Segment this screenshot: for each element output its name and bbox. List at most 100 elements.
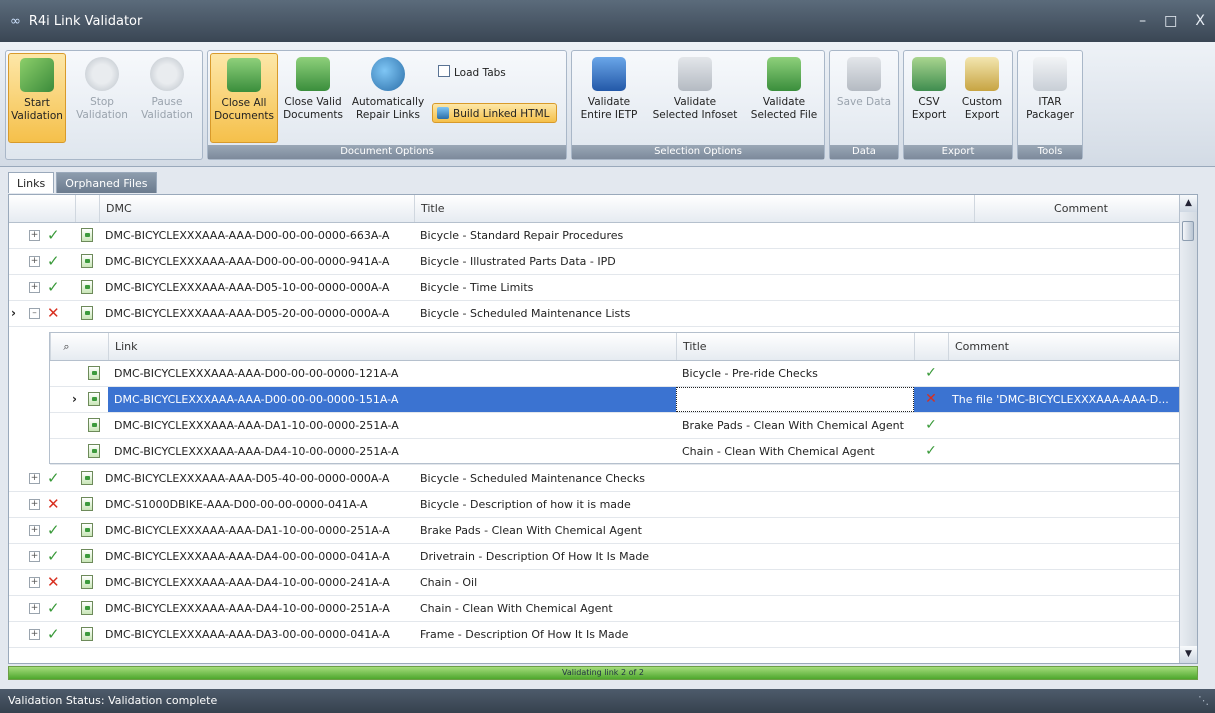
child-links-grid: ⌕ Link Title Comment DMC-BICYCLEXXXAAA-A… bbox=[49, 332, 1184, 465]
stop-validation-button[interactable]: Stop Validation bbox=[72, 53, 132, 143]
invalid-x-icon: ✕ bbox=[914, 387, 948, 412]
subheader-link[interactable]: Link bbox=[108, 333, 676, 360]
tab-orphaned-files[interactable]: Orphaned Files bbox=[56, 172, 157, 193]
title-cell: Brake Pads - Clean With Chemical Agent bbox=[420, 524, 642, 537]
document-icon bbox=[81, 523, 93, 537]
document-icon bbox=[88, 392, 100, 406]
validate-entire-ietp-button[interactable]: Validate Entire IETP bbox=[574, 53, 644, 143]
start-label-2: Validation bbox=[11, 110, 63, 122]
valid-check-icon: ✓ bbox=[925, 417, 937, 433]
tools-group: ITAR Packager Tools bbox=[1017, 50, 1083, 160]
table-row[interactable]: + ✓ DMC-BICYCLEXXXAAA-AAA-DA3-00-00-0000-0… bbox=[9, 622, 1181, 648]
table-row[interactable]: + ✓ DMC-BICYCLEXXXAAA-AAA-DA4-00-00-0000-0… bbox=[9, 544, 1181, 570]
stop-label-1: Stop bbox=[90, 96, 114, 108]
table-row[interactable]: + ✕ DMC-S1000DBIKE-AAA-D00-00-00-0000-041A… bbox=[9, 492, 1181, 518]
title-cell: Chain - Clean With Chemical Agent bbox=[420, 602, 613, 615]
scroll-up-icon[interactable]: ▲ bbox=[1180, 195, 1197, 212]
close-valid-documents-button[interactable]: Close Valid Documents bbox=[280, 53, 346, 143]
infoset-label-2: Selected Infoset bbox=[652, 109, 738, 121]
data-group: Save Data Data bbox=[829, 50, 899, 160]
expand-toggle-icon[interactable]: + bbox=[29, 282, 40, 293]
validate-selected-infoset-button[interactable]: Validate Selected Infoset bbox=[646, 53, 744, 143]
valid-check-icon: ✓ bbox=[925, 443, 937, 459]
close-all-documents-button[interactable]: Close All Documents bbox=[210, 53, 278, 143]
valid-check-icon: ✓ bbox=[47, 469, 60, 487]
link-cell: DMC-BICYCLEXXXAAA-AAA-D00-00-00-0000-151… bbox=[108, 387, 676, 412]
subheader-comment[interactable]: Comment bbox=[948, 333, 1184, 360]
link-title-cell[interactable] bbox=[676, 387, 914, 412]
validate-selected-file-button[interactable]: Validate Selected File bbox=[746, 53, 822, 143]
maximize-button[interactable]: □ bbox=[1164, 13, 1177, 29]
load-tabs-label: Load Tabs bbox=[454, 67, 506, 79]
subheader-title[interactable]: Title bbox=[676, 333, 914, 360]
csv-label-1: CSV bbox=[918, 96, 940, 108]
document-icon bbox=[81, 471, 93, 485]
document-icon bbox=[81, 627, 93, 641]
header-dmc[interactable]: DMC bbox=[99, 195, 414, 222]
pause-validation-button[interactable]: Pause Validation bbox=[136, 53, 198, 143]
expand-toggle-icon[interactable]: + bbox=[29, 525, 40, 536]
pause-icon bbox=[150, 57, 184, 91]
title-cell: Bicycle - Time Limits bbox=[420, 281, 534, 294]
tab-links[interactable]: Links bbox=[8, 172, 55, 193]
validation-progress-bar: Validating link 2 of 2 bbox=[8, 666, 1198, 680]
link-title-cell: Brake Pads - Clean With Chemical Agent bbox=[682, 419, 904, 432]
save-data-button[interactable]: Save Data bbox=[832, 53, 896, 143]
dmc-cell: DMC-BICYCLEXXXAAA-AAA-DA4-10-00-0000-241… bbox=[105, 576, 390, 589]
link-comment-cell: The file 'DMC-BICYCLEXXXAAA-AAA-D... bbox=[948, 387, 1184, 412]
expand-toggle-icon[interactable]: + bbox=[29, 499, 40, 510]
expand-toggle-icon[interactable]: + bbox=[29, 256, 40, 267]
dmc-cell: DMC-BICYCLEXXXAAA-AAA-DA1-10-00-0000-251… bbox=[105, 524, 390, 537]
minimize-button[interactable]: – bbox=[1139, 13, 1146, 29]
dmc-cell: DMC-BICYCLEXXXAAA-AAA-D05-40-00-0000-000… bbox=[105, 472, 390, 485]
start-validation-button[interactable]: Start Validation bbox=[8, 53, 66, 143]
table-row[interactable]: + ✓ DMC-BICYCLEXXXAAA-AAA-D00-00-00-0000-6… bbox=[9, 223, 1181, 249]
table-row[interactable]: + ✓ DMC-BICYCLEXXXAAA-AAA-D05-10-00-0000-0… bbox=[9, 275, 1181, 301]
close-button[interactable]: X bbox=[1195, 13, 1205, 29]
itar-label-2: Packager bbox=[1026, 109, 1074, 121]
list-item[interactable]: DMC-BICYCLEXXXAAA-AAA-DA1-10-00-0000-251… bbox=[50, 413, 1183, 439]
expand-toggle-icon[interactable]: – bbox=[29, 308, 40, 319]
list-item[interactable]: DMC-BICYCLEXXXAAA-AAA-D00-00-00-0000-121… bbox=[50, 361, 1183, 387]
csv-export-button[interactable]: CSV Export bbox=[906, 53, 952, 143]
expand-toggle-icon[interactable]: + bbox=[29, 629, 40, 640]
infoset-label-1: Validate bbox=[673, 96, 717, 108]
expand-toggle-icon[interactable]: + bbox=[29, 473, 40, 484]
close-valid-label-1: Close Valid bbox=[284, 96, 342, 108]
expand-toggle-icon[interactable]: + bbox=[29, 577, 40, 588]
build-linked-html-button[interactable]: Build Linked HTML bbox=[432, 103, 557, 123]
close-valid-icon bbox=[296, 57, 330, 91]
table-row[interactable]: + ✓ DMC-BICYCLEXXXAAA-AAA-D05-40-00-0000-0… bbox=[9, 466, 1181, 492]
filter-icon[interactable]: ⌕ bbox=[50, 333, 82, 360]
header-title[interactable]: Title bbox=[414, 195, 974, 222]
vertical-scrollbar[interactable]: ▲ ▼ bbox=[1179, 195, 1197, 663]
valid-check-icon: ✓ bbox=[47, 226, 60, 244]
stop-label-2: Validation bbox=[76, 109, 128, 121]
link-comment-cell bbox=[948, 413, 1184, 438]
dmc-cell: DMC-BICYCLEXXXAAA-AAA-D05-10-00-0000-000… bbox=[105, 281, 390, 294]
title-cell: Frame - Description Of How It Is Made bbox=[420, 628, 629, 641]
table-row[interactable]: › – ✕ DMC-BICYCLEXXXAAA-AAA-D05-20-00-0000-… bbox=[9, 301, 1181, 327]
custom-export-button[interactable]: Custom Export bbox=[954, 53, 1010, 143]
expand-toggle-icon[interactable]: + bbox=[29, 551, 40, 562]
table-row[interactable]: + ✓ DMC-BICYCLEXXXAAA-AAA-DA1-10-00-0000-2… bbox=[9, 518, 1181, 544]
document-icon bbox=[88, 366, 100, 380]
auto-repair-links-button[interactable]: Automatically Repair Links bbox=[348, 53, 428, 143]
scroll-down-icon[interactable]: ▼ bbox=[1180, 646, 1197, 663]
link-comment-cell bbox=[948, 361, 1184, 386]
scroll-thumb[interactable] bbox=[1182, 221, 1194, 241]
itar-packager-button[interactable]: ITAR Packager bbox=[1020, 53, 1080, 143]
list-item[interactable]: DMC-BICYCLEXXXAAA-AAA-DA4-10-00-0000-251… bbox=[50, 439, 1183, 465]
table-row[interactable]: + ✓ DMC-BICYCLEXXXAAA-AAA-DA4-10-00-0000-2… bbox=[9, 596, 1181, 622]
pause-label-2: Validation bbox=[141, 109, 193, 121]
table-row[interactable]: + ✕ DMC-BICYCLEXXXAAA-AAA-DA4-10-00-0000-2… bbox=[9, 570, 1181, 596]
header-comment[interactable]: Comment bbox=[974, 195, 1181, 222]
app-link-icon: ∞ bbox=[10, 13, 21, 29]
title-cell: Drivetrain - Description Of How It Is Ma… bbox=[420, 550, 650, 563]
expand-toggle-icon[interactable]: + bbox=[29, 603, 40, 614]
load-tabs-checkbox[interactable]: Load Tabs bbox=[434, 63, 512, 83]
expand-toggle-icon[interactable]: + bbox=[29, 230, 40, 241]
list-item[interactable]: › DMC-BICYCLEXXXAAA-AAA-D00-00-00-0000-15… bbox=[50, 387, 1184, 413]
table-row[interactable]: + ✓ DMC-BICYCLEXXXAAA-AAA-D00-00-00-0000-9… bbox=[9, 249, 1181, 275]
resize-grip-icon[interactable]: ⋱ bbox=[1198, 689, 1209, 713]
